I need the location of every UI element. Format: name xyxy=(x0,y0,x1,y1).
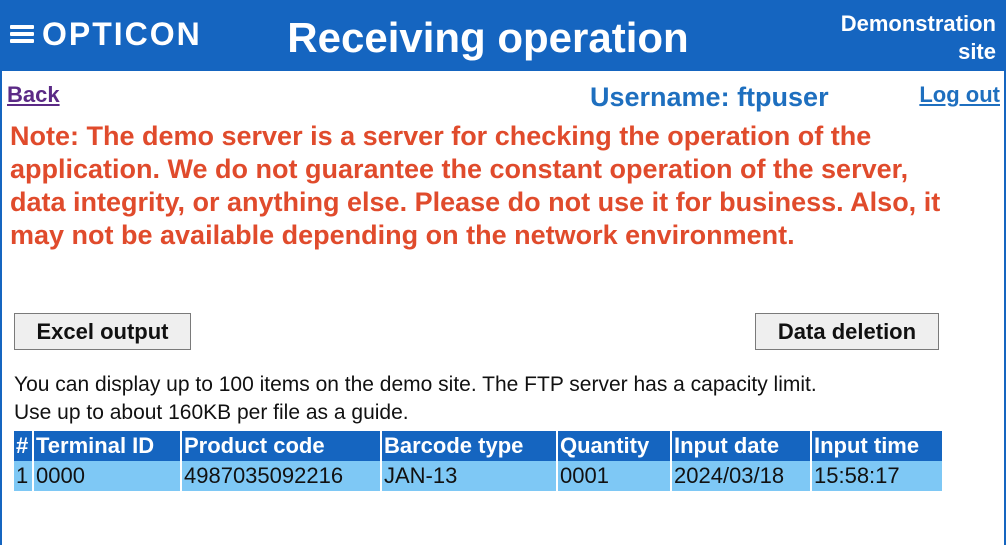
table-row: 1 0000 4987035092216 JAN-13 0001 2024/03… xyxy=(14,461,942,491)
cell-index: 1 xyxy=(14,461,32,491)
site-label: Demonstration site xyxy=(796,10,996,66)
column-header-input-date: Input date xyxy=(672,431,810,461)
receiving-data-table: # Terminal ID Product code Barcode type … xyxy=(12,431,944,491)
username-label: Username: ftpuser xyxy=(590,82,829,112)
cell-barcode-type: JAN-13 xyxy=(382,461,556,491)
column-header-input-time: Input time xyxy=(812,431,942,461)
capacity-info-line2: Use up to about 160KB per file as a guid… xyxy=(14,401,409,424)
column-header-product-code: Product code xyxy=(182,431,380,461)
capacity-info-line1: You can display up to 100 items on the d… xyxy=(14,373,817,396)
excel-output-button[interactable]: Excel output xyxy=(14,313,191,350)
column-header-terminal-id: Terminal ID xyxy=(34,431,180,461)
column-header-barcode-type: Barcode type xyxy=(382,431,556,461)
cell-quantity: 0001 xyxy=(558,461,670,491)
back-link[interactable]: Back xyxy=(7,82,60,108)
cell-input-time: 15:58:17 xyxy=(812,461,942,491)
cell-terminal-id: 0000 xyxy=(34,461,180,491)
column-header-index: # xyxy=(14,431,32,461)
app-header: OPTICON Receiving operation Demonstratio… xyxy=(2,0,1004,71)
site-label-line2: site xyxy=(958,39,996,64)
demo-warning-note: Note: The demo server is a server for ch… xyxy=(10,121,941,250)
data-deletion-button[interactable]: Data deletion xyxy=(755,313,939,350)
table-header-row: # Terminal ID Product code Barcode type … xyxy=(14,431,942,461)
cell-product-code: 4987035092216 xyxy=(182,461,380,491)
logout-link[interactable]: Log out xyxy=(919,82,1000,108)
site-label-line1: Demonstration xyxy=(840,11,996,36)
cell-input-date: 2024/03/18 xyxy=(672,461,810,491)
capacity-info: You can display up to 100 items on the d… xyxy=(14,371,974,427)
column-header-quantity: Quantity xyxy=(558,431,670,461)
